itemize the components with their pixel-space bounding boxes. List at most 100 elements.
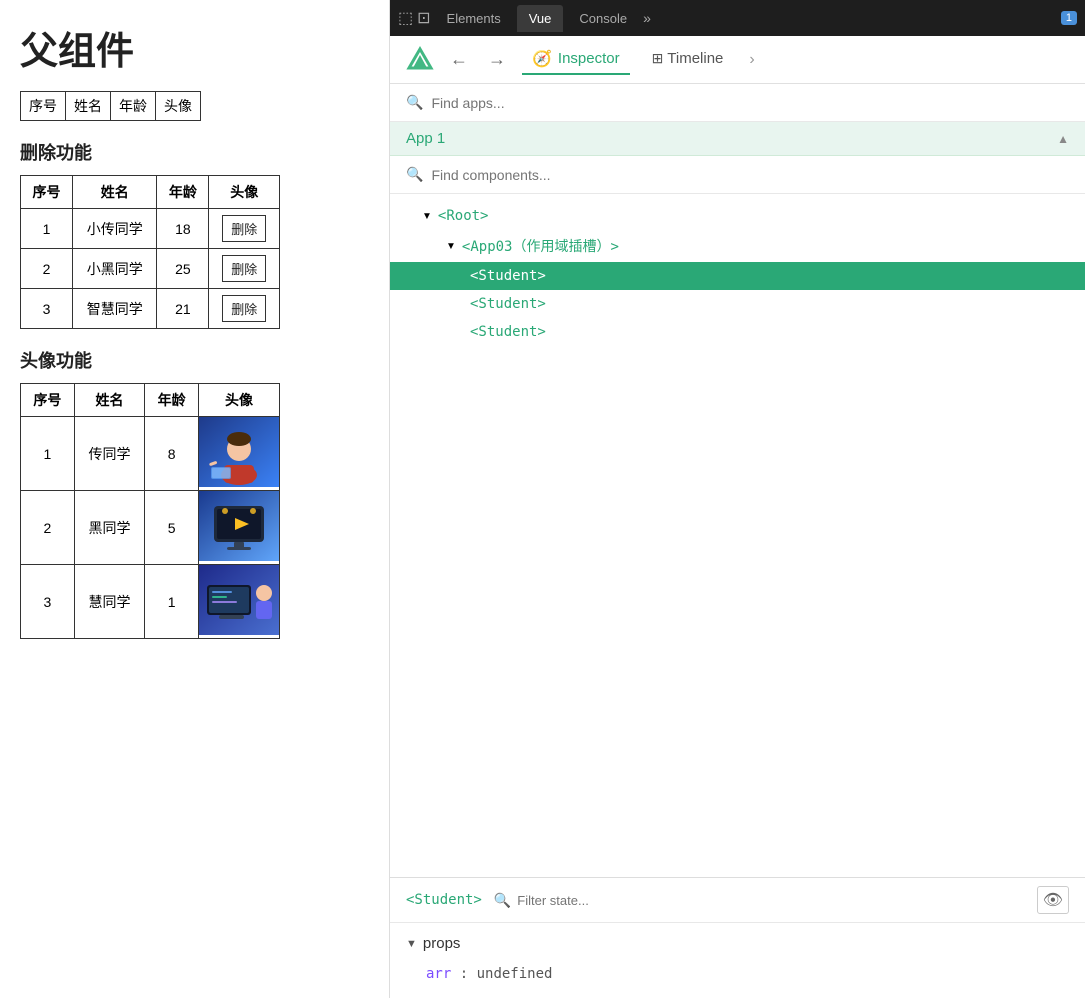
bottom-header: <Student> 🔍 👁: [390, 878, 1085, 923]
cell-action[interactable]: 删除: [209, 249, 280, 289]
tree-item-student-3[interactable]: <Student>: [390, 318, 1085, 346]
tree-item-root[interactable]: ▼ <Root>: [390, 202, 1085, 230]
back-arrow[interactable]: ←: [446, 47, 472, 72]
forward-arrow[interactable]: →: [484, 47, 510, 72]
tree-item-student-2[interactable]: <Student>: [390, 290, 1085, 318]
tab-console[interactable]: Console: [567, 5, 639, 32]
avatar-col-age: 年龄: [145, 384, 199, 417]
right-panel: ⬚ ⊡ Elements Vue Console » 1 ← → 🧭 Inspe…: [390, 0, 1085, 998]
prop-value-arr: undefined: [477, 966, 553, 982]
tab-inspector[interactable]: 🧭 Inspector: [522, 45, 630, 75]
col-header-id: 序号: [21, 92, 66, 120]
table-row: 1 传同学 8: [21, 417, 280, 491]
find-components-input[interactable]: [431, 167, 1069, 183]
find-apps-input[interactable]: [431, 95, 1069, 111]
col-header-age: 年龄: [111, 92, 156, 120]
avatar-col-avatar: 头像: [199, 384, 280, 417]
table-row: 2 黑同学 5: [21, 491, 280, 565]
table-row: 2 小黑同学 25 删除: [21, 249, 280, 289]
props-collapse-arrow[interactable]: ▼: [406, 938, 417, 950]
prop-row-arr: arr : undefined: [406, 962, 1069, 986]
vue-inspector-content: ← → 🧭 Inspector ⊞ Timeline › 🔍 App 1 ▲: [390, 36, 1085, 998]
filter-search-icon: 🔍: [494, 892, 511, 909]
app-label: App 1: [406, 130, 445, 147]
table-row: 3 慧同学 1: [21, 565, 280, 639]
cell-id: 1: [21, 209, 73, 249]
cell-age: 8: [145, 417, 199, 491]
eye-icon[interactable]: 👁: [1037, 886, 1069, 914]
tree-item-student-1[interactable]: <Student>: [390, 262, 1085, 290]
devtools-topbar: ⬚ ⊡ Elements Vue Console » 1: [390, 0, 1085, 36]
avatar-col-id: 序号: [21, 384, 75, 417]
cell-action[interactable]: 删除: [209, 289, 280, 329]
prop-colon: :: [460, 966, 477, 982]
cell-action[interactable]: 删除: [209, 209, 280, 249]
app03-arrow: ▼: [446, 241, 456, 252]
cell-id: 2: [21, 491, 75, 565]
props-section: ▼ props arr : undefined: [390, 923, 1085, 998]
cell-avatar: [199, 491, 280, 565]
find-apps-search-icon: 🔍: [406, 94, 423, 111]
page-title: 父组件: [20, 20, 369, 75]
inspector-label: Inspector: [558, 50, 620, 67]
delete-button[interactable]: 删除: [222, 215, 266, 242]
delete-col-name: 姓名: [73, 176, 157, 209]
student-1-tag: <Student>: [470, 268, 546, 284]
filter-state-input[interactable]: [517, 893, 1024, 908]
delete-table: 序号 姓名 年龄 头像 1 小传同学 18 删除 2 小黑同学 25 删除 3 …: [20, 175, 280, 329]
timeline-icon: ⊞: [652, 50, 664, 66]
cell-name: 小传同学: [73, 209, 157, 249]
bottom-panel: <Student> 🔍 👁 ▼ props arr : undefined: [390, 877, 1085, 998]
student-2-tag: <Student>: [470, 296, 546, 312]
find-components-bar: 🔍: [390, 156, 1085, 194]
app03-tag: <App03（作用域插槽）>: [462, 236, 619, 256]
compass-icon: 🧭: [532, 49, 552, 69]
selected-component-label: <Student>: [406, 892, 482, 908]
avatar-col-name: 姓名: [74, 384, 144, 417]
cell-name: 智慧同学: [73, 289, 157, 329]
delete-button[interactable]: 删除: [222, 295, 266, 322]
vue-header: ← → 🧭 Inspector ⊞ Timeline ›: [390, 36, 1085, 84]
props-title: ▼ props: [406, 935, 1069, 952]
more-tabs-icon: ›: [749, 51, 754, 69]
timeline-label: Timeline: [667, 50, 723, 67]
left-panel: 父组件 序号 姓名 年龄 头像 删除功能 序号 姓名 年龄 头像 1 小传同学 …: [0, 0, 390, 998]
delete-col-id: 序号: [21, 176, 73, 209]
delete-col-age: 年龄: [157, 176, 209, 209]
props-label: props: [423, 935, 461, 952]
delete-col-avatar: 头像: [209, 176, 280, 209]
app-row[interactable]: App 1 ▲: [390, 122, 1085, 156]
table-row: 3 智慧同学 21 删除: [21, 289, 280, 329]
tab-timeline[interactable]: ⊞ Timeline: [642, 46, 734, 73]
table-row: 1 小传同学 18 删除: [21, 209, 280, 249]
col-header-name: 姓名: [66, 92, 111, 120]
cell-id: 3: [21, 289, 73, 329]
cell-name: 慧同学: [74, 565, 144, 639]
delete-button[interactable]: 删除: [222, 255, 266, 282]
cell-name: 传同学: [74, 417, 144, 491]
cursor-icon: ⬚: [398, 8, 413, 28]
badge: 1: [1061, 11, 1077, 25]
component-tree: ▼ <Root> ▼ <App03（作用域插槽）> <Student> <Stu…: [390, 194, 1085, 877]
tab-elements[interactable]: Elements: [435, 5, 513, 32]
cell-avatar: [199, 417, 280, 491]
find-apps-bar: 🔍: [390, 84, 1085, 122]
delete-section-title: 删除功能: [20, 139, 369, 165]
cell-age: 25: [157, 249, 209, 289]
cell-age: 18: [157, 209, 209, 249]
cell-id: 3: [21, 565, 75, 639]
app-arrow-icon: ▲: [1057, 132, 1069, 146]
avatar-table: 序号 姓名 年龄 头像 1 传同学 8: [20, 383, 280, 639]
prop-key-arr: arr: [426, 966, 451, 982]
cell-age: 5: [145, 491, 199, 565]
cell-id: 2: [21, 249, 73, 289]
student-3-tag: <Student>: [470, 324, 546, 340]
tab-vue[interactable]: Vue: [517, 5, 564, 32]
col-header-avatar: 头像: [156, 92, 200, 120]
avatar-section-title: 头像功能: [20, 347, 369, 373]
vue-logo-icon: [406, 46, 434, 74]
tree-item-app03[interactable]: ▼ <App03（作用域插槽）>: [390, 230, 1085, 262]
copy-icon: ⊡: [417, 8, 430, 28]
cell-name: 小黑同学: [73, 249, 157, 289]
more-icon: »: [643, 10, 651, 26]
